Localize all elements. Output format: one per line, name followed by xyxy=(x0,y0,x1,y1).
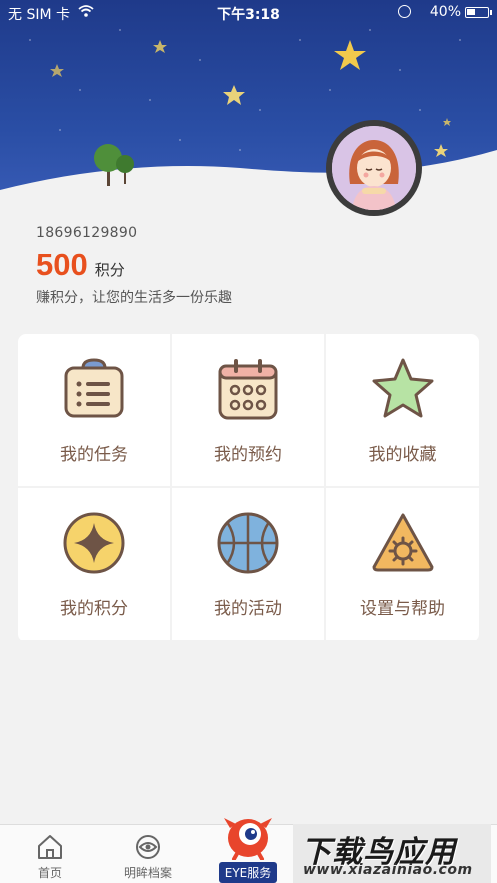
clipboard-list-icon xyxy=(64,358,124,418)
menu-item-label: 设置与帮助 xyxy=(360,599,445,619)
star-decoration xyxy=(334,40,366,70)
battery-icon xyxy=(465,7,492,18)
phone-number: 18696129890 xyxy=(36,225,138,241)
eye-mascot-icon xyxy=(224,818,272,860)
menu-item-appointments[interactable]: 我的预约 xyxy=(172,334,324,486)
menu-item-label: 我的任务 xyxy=(60,445,128,465)
coin-diamond-icon xyxy=(63,512,125,574)
menu-item-label: 我的积分 xyxy=(60,599,128,619)
star-decoration xyxy=(50,64,64,77)
avatar[interactable] xyxy=(326,120,422,216)
tab-eye-service[interactable]: EYE服务 xyxy=(216,812,280,883)
points-row: 500 积分 xyxy=(36,247,232,283)
eye-service-badge: EYE服务 xyxy=(218,862,278,883)
watermark: 下载鸟应用 www.xiazainiao.com xyxy=(293,824,491,883)
avatar-girl-illustration xyxy=(332,126,416,210)
points-slogan: 赚积分，让您的生活多一份乐趣 xyxy=(36,290,232,306)
profile-info: 18696129890 500 积分 赚积分，让您的生活多一份乐趣 xyxy=(36,225,232,307)
tab-archive[interactable]: 明眸档案 xyxy=(108,825,188,883)
clock: 下午3:18 xyxy=(217,7,280,23)
menu-item-label: 我的预约 xyxy=(214,445,282,465)
points-unit: 积分 xyxy=(94,261,125,279)
star-decoration xyxy=(434,144,448,157)
menu-grid: 我的任务 我的预约 我的收藏 我的积分 我的活动 设置与帮助 xyxy=(18,334,479,642)
home-icon xyxy=(38,835,62,859)
night-sky-illustration xyxy=(0,29,497,215)
eye-icon xyxy=(136,835,160,859)
star-decoration xyxy=(443,118,451,126)
status-bar: 无 SIM 卡 下午3:18 40% xyxy=(0,0,497,26)
battery-level-fill xyxy=(467,9,475,15)
watermark-url: www.xiazainiao.com xyxy=(303,862,473,878)
tab-label: 明眸档案 xyxy=(123,866,172,880)
tab-home[interactable]: 首页 xyxy=(10,825,90,883)
points-value: 500 xyxy=(36,247,88,282)
gear-triangle-icon xyxy=(372,513,433,572)
star-decoration xyxy=(153,40,167,53)
header-banner: 无 SIM 卡 下午3:18 40% xyxy=(0,0,497,215)
tab-label: 首页 xyxy=(37,866,62,880)
basketball-icon xyxy=(217,512,279,574)
star-decoration xyxy=(223,85,245,105)
calendar-icon xyxy=(218,359,278,420)
battery-percent: 40% xyxy=(429,4,461,20)
snowy-hill xyxy=(0,150,497,215)
menu-item-points[interactable]: 我的积分 xyxy=(18,488,170,640)
menu-item-tasks[interactable]: 我的任务 xyxy=(18,334,170,486)
menu-item-label: 我的活动 xyxy=(214,599,282,619)
menu-item-label: 我的收藏 xyxy=(368,445,437,465)
star-icon xyxy=(372,358,433,418)
rotation-lock-icon xyxy=(398,5,411,18)
menu-item-activities[interactable]: 我的活动 xyxy=(172,488,324,640)
menu-item-settings[interactable]: 设置与帮助 xyxy=(326,488,479,640)
menu-item-favorites[interactable]: 我的收藏 xyxy=(326,334,479,486)
